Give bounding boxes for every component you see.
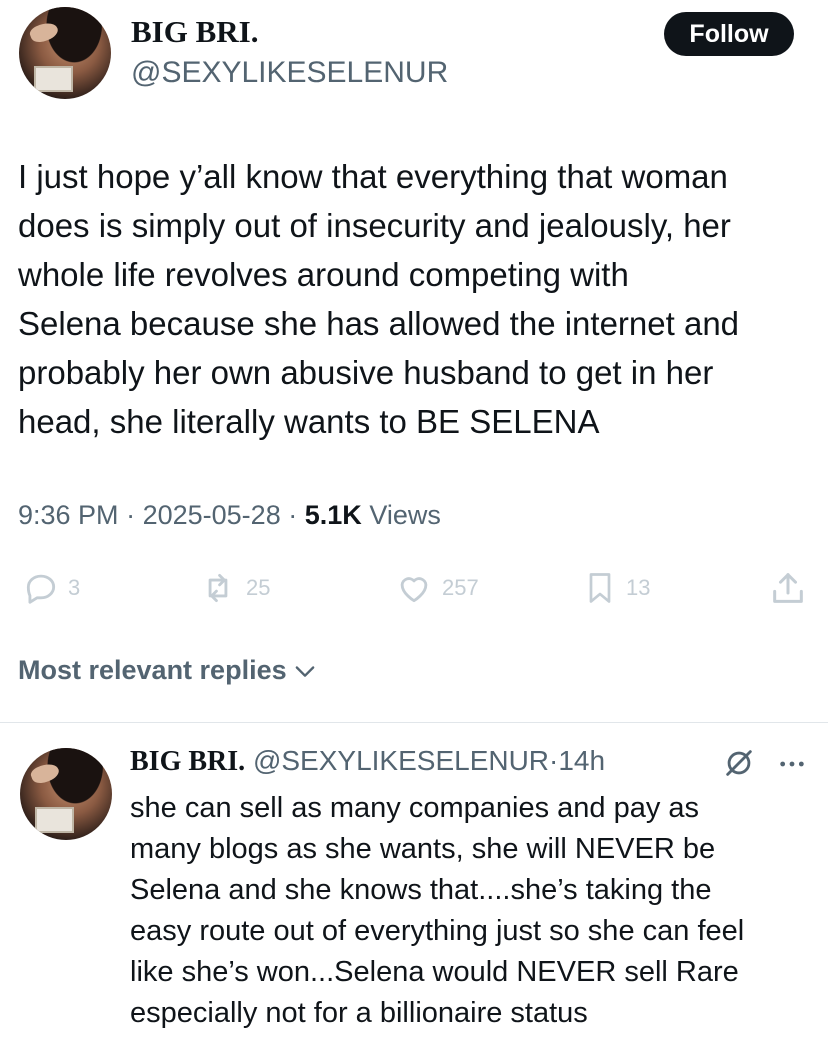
grok-icon — [726, 750, 752, 776]
share-icon — [773, 573, 803, 603]
meta-separator: · — [288, 500, 298, 530]
more-icon — [780, 761, 804, 767]
tweet-meta: 9:36 PM · 2025-05-28 · 5.1K Views — [18, 500, 441, 531]
like-count: 257 — [442, 575, 479, 600]
chevron-down-icon — [295, 665, 314, 677]
replies-sort-label: Most relevant replies — [18, 655, 287, 685]
reply-separator: · — [549, 745, 559, 776]
reply-count: 3 — [68, 575, 81, 600]
views-label: Views — [369, 500, 441, 530]
section-divider — [0, 722, 828, 723]
reply-time[interactable]: 14h — [558, 745, 605, 776]
bookmark-button[interactable]: 13 — [582, 568, 650, 608]
more-button[interactable] — [776, 748, 808, 785]
bookmark-icon — [589, 573, 611, 603]
tweet-text: I just hope y’all know that everything t… — [18, 158, 740, 440]
reply-header: BIG BRI. @SEXYLIKESELENUR·14h — [130, 745, 605, 778]
author-name[interactable]: BIG BRI. — [131, 14, 258, 50]
reply-button[interactable]: 3 — [22, 568, 80, 608]
reply-icon — [26, 574, 56, 604]
repost-button[interactable]: 25 — [198, 568, 270, 608]
views-count: 5.1K — [304, 500, 362, 530]
repost-count: 25 — [246, 575, 271, 600]
reply-author-handle[interactable]: @SEXYLIKESELENUR — [253, 745, 549, 776]
reply-text: she can sell as many companies and pay a… — [130, 792, 745, 1029]
tweet-date[interactable]: 2025-05-28 — [143, 500, 281, 530]
share-button[interactable] — [768, 568, 808, 608]
follow-button[interactable]: Follow — [664, 12, 794, 56]
author-handle[interactable]: @SEXYLIKESELENUR — [131, 56, 448, 90]
avatar-frame — [33, 65, 73, 92]
reply-author-name[interactable]: BIG BRI. — [130, 746, 245, 777]
avatar-frame — [34, 806, 74, 833]
like-button[interactable]: 257 — [394, 568, 479, 608]
reply-author-avatar[interactable] — [20, 748, 112, 840]
author-avatar[interactable] — [19, 7, 111, 99]
heart-icon — [400, 577, 428, 603]
bookmark-count: 13 — [626, 575, 651, 600]
repost-icon — [208, 573, 228, 603]
grok-button[interactable] — [722, 746, 756, 785]
most-relevant-replies-toggle[interactable]: Most relevant replies — [18, 655, 319, 686]
meta-separator: · — [126, 500, 136, 530]
tweet-time[interactable]: 9:36 PM — [18, 500, 119, 530]
